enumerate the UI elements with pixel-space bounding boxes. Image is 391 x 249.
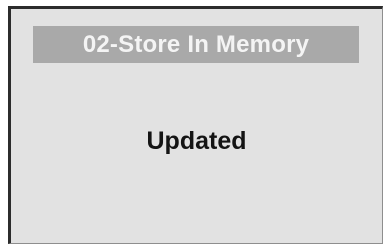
menu-title-bar: 02-Store In Memory xyxy=(33,26,359,63)
device-display-screen: 02-Store In Memory Updated xyxy=(8,6,383,244)
status-message: Updated xyxy=(146,127,247,155)
menu-title: 02-Store In Memory xyxy=(82,30,310,58)
